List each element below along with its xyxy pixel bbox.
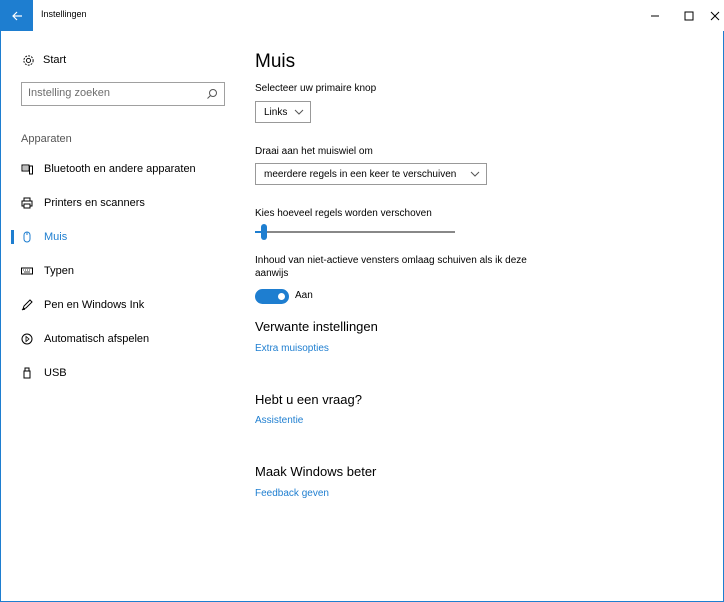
toggle-state: Aan <box>295 290 313 301</box>
back-arrow-icon <box>12 11 22 20</box>
minimize-button[interactable] <box>637 0 673 31</box>
gear-icon <box>21 53 35 67</box>
wheel-label: Draai aan het muiswiel om <box>255 146 373 157</box>
sidebar-item-typen[interactable]: Typen <box>1 259 241 283</box>
bluetooth-devices-icon <box>20 162 34 176</box>
sidebar-item-label: Bluetooth en andere apparaten <box>44 163 196 175</box>
extra-mouse-options-link[interactable]: Extra muisopties <box>255 343 329 354</box>
sidebar-start-label: Start <box>43 54 67 66</box>
sidebar-item-muis[interactable]: Muis <box>1 225 241 249</box>
feedback-link[interactable]: Feedback geven <box>255 488 329 499</box>
back-button[interactable] <box>1 0 33 31</box>
keyboard-icon <box>20 264 34 278</box>
mouse-icon <box>20 230 34 244</box>
autoplay-icon <box>20 332 34 346</box>
sidebar-start[interactable]: Start <box>21 53 66 67</box>
inactive-scroll-toggle[interactable] <box>255 289 289 304</box>
page-title: Muis <box>255 51 296 72</box>
chevron-down-icon <box>470 171 480 177</box>
printer-icon <box>20 196 34 210</box>
sidebar-item-label: Muis <box>44 231 68 243</box>
slider-track <box>255 231 455 233</box>
sidebar: Start Instelling zoeken Apparaten Blueto… <box>1 31 241 602</box>
window-title: Instellingen <box>41 9 87 19</box>
maximize-button[interactable] <box>671 0 707 31</box>
sidebar-item-label: Typen <box>44 265 74 277</box>
maximize-icon <box>684 11 694 20</box>
sidebar-item-autoplay[interactable]: Automatisch afspelen <box>1 327 241 351</box>
settings-window: Instellingen Start Instelling zoeken App… <box>0 0 724 602</box>
usb-icon <box>20 366 34 380</box>
sidebar-item-label: USB <box>44 367 67 379</box>
lines-slider[interactable] <box>255 224 455 240</box>
assistance-link[interactable]: Assistentie <box>255 415 303 426</box>
improve-heading: Maak Windows beter <box>255 464 377 479</box>
sidebar-item-printers[interactable]: Printers en scanners <box>1 191 241 215</box>
slider-thumb[interactable] <box>260 224 267 240</box>
wheel-select[interactable]: meerdere regels in een keer te verschuiv… <box>255 163 487 185</box>
chevron-down-icon <box>294 109 304 115</box>
search-icon <box>207 89 217 99</box>
toggle-knob <box>278 293 285 300</box>
related-heading: Verwante instellingen <box>255 319 378 334</box>
primary-button-select[interactable]: Links <box>255 101 311 123</box>
close-icon <box>710 11 720 20</box>
sidebar-item-label: Automatisch afspelen <box>44 333 150 345</box>
question-heading: Hebt u een vraag? <box>255 392 362 407</box>
sidebar-item-bluetooth[interactable]: Bluetooth en andere apparaten <box>1 157 241 181</box>
primary-button-label: Selecteer uw primaire knop <box>255 83 377 94</box>
primary-button-value: Links <box>264 106 288 118</box>
sidebar-item-label: Pen en Windows Ink <box>44 299 145 311</box>
sidebar-item-usb[interactable]: USB <box>1 361 241 385</box>
sidebar-item-pen[interactable]: Pen en Windows Ink <box>1 293 241 317</box>
inactive-scroll-label: Inhoud van niet-actieve vensters omlaag … <box>255 255 527 279</box>
section-label: Apparaten <box>21 133 72 145</box>
lines-label: Kies hoeveel regels worden verschoven <box>255 208 432 219</box>
close-button[interactable] <box>705 0 724 31</box>
search-input[interactable]: Instelling zoeken <box>21 82 225 106</box>
pen-icon <box>20 298 34 312</box>
search-placeholder: Instelling zoeken <box>28 87 110 99</box>
wheel-value: meerdere regels in een keer te verschuiv… <box>264 168 457 180</box>
sidebar-item-label: Printers en scanners <box>44 197 145 209</box>
minimize-icon <box>651 15 659 16</box>
title-bar: Instellingen <box>1 0 724 31</box>
